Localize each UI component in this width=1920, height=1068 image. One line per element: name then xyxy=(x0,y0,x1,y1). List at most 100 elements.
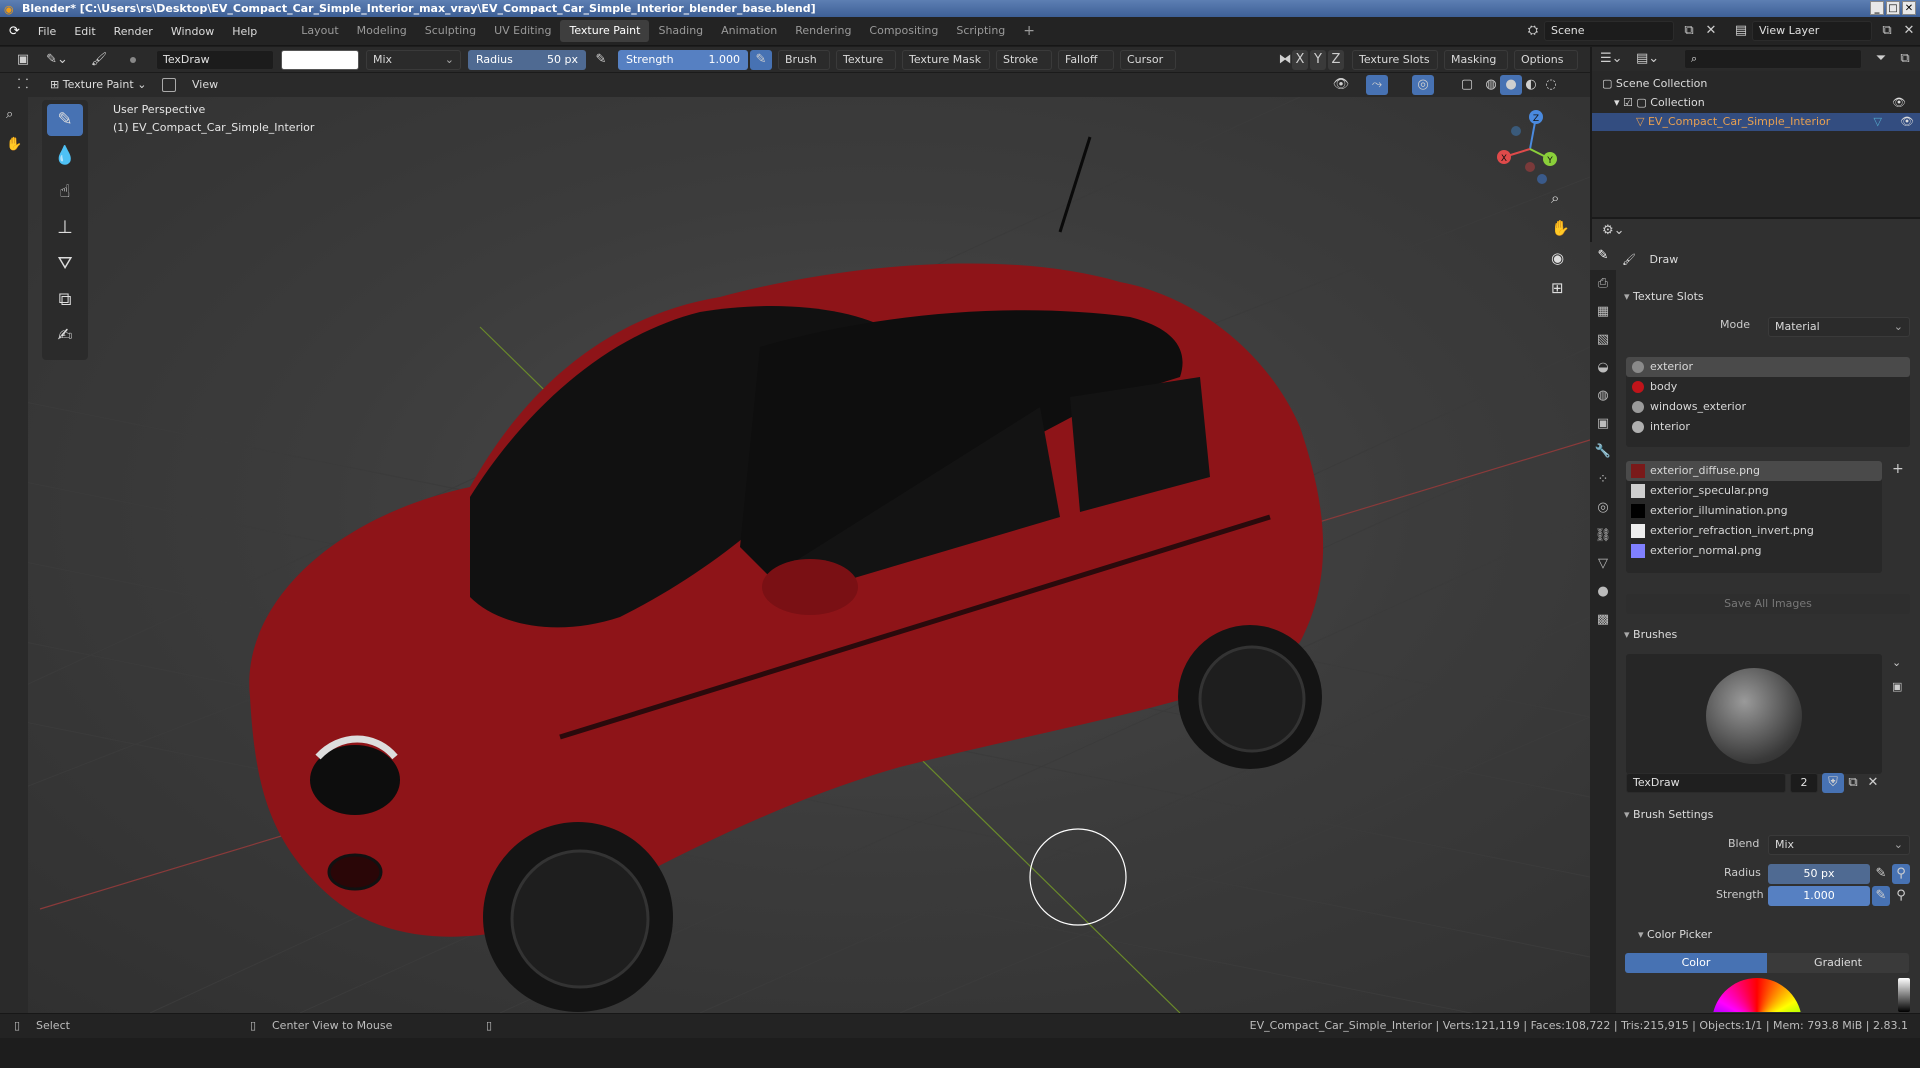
navigation-gizmo[interactable]: Z X Y xyxy=(1490,107,1570,187)
object-visibility-icon[interactable]: 👁 xyxy=(1900,113,1914,131)
tab-shading[interactable]: Shading xyxy=(649,20,712,42)
tab-animation[interactable]: Animation xyxy=(712,20,786,42)
mirror-x-toggle[interactable]: X xyxy=(1292,50,1308,70)
scene-icon[interactable]: ⛭ xyxy=(1522,21,1544,41)
fill-tool-icon[interactable]: ⛛ xyxy=(47,248,83,280)
texture-menu[interactable]: Texture xyxy=(836,50,896,70)
add-image-slot-button[interactable]: + xyxy=(1892,461,1904,477)
brush-menu[interactable]: Brush xyxy=(778,50,830,70)
texture-slots-section[interactable]: Texture Slots xyxy=(1624,286,1914,308)
visibility-icon[interactable]: 👁⌄ xyxy=(1330,75,1352,112)
tab-uv-editing[interactable]: UV Editing xyxy=(485,20,560,42)
collection-visibility-icon[interactable]: 👁 xyxy=(1892,94,1906,112)
ortho-toggle-icon[interactable]: ⊞ xyxy=(1551,279,1564,297)
mirror-z-toggle[interactable]: Z xyxy=(1328,50,1344,70)
clone-tool-icon[interactable]: ⊥ xyxy=(47,212,83,244)
radius-pressure-toggle-icon[interactable]: ✎ xyxy=(1872,864,1890,884)
save-all-images-button[interactable]: Save All Images xyxy=(1626,594,1910,614)
material-slot-body[interactable]: body xyxy=(1626,377,1910,397)
color-tab[interactable]: Color xyxy=(1625,953,1767,973)
material-slot-exterior[interactable]: exterior xyxy=(1626,357,1910,377)
brush-settings-section[interactable]: Brush Settings xyxy=(1624,804,1914,826)
outliner-editor-icon[interactable]: ☰⌄ xyxy=(1600,49,1623,69)
zoom-icon[interactable]: ⌕ xyxy=(1551,189,1559,207)
brush-expand-icon[interactable]: ⌄ xyxy=(1892,656,1901,669)
expand-icon[interactable]: ▾ ☑ ▢ xyxy=(1614,96,1650,109)
menu-file[interactable]: File xyxy=(29,17,65,46)
brush-name-field[interactable]: TexDraw xyxy=(1626,773,1786,793)
brush-preview[interactable] xyxy=(1626,654,1882,774)
menu-edit[interactable]: Edit xyxy=(65,17,104,46)
tab-rendering[interactable]: Rendering xyxy=(786,20,860,42)
rendered-shading-icon[interactable]: ◌ xyxy=(1540,75,1562,95)
radius-setting-slider[interactable]: 50 px xyxy=(1768,864,1870,884)
tab-constraints[interactable]: ⛓ xyxy=(1590,522,1616,550)
close-button[interactable]: ✕ xyxy=(1902,1,1916,15)
smear-tool-icon[interactable]: ☝ xyxy=(47,176,83,208)
properties-editor-icon[interactable]: ⚙⌄ xyxy=(1602,221,1625,241)
collection-row[interactable]: ▾ ☑ ▢ Collection 👁 xyxy=(1614,94,1914,112)
minimize-button[interactable]: _ xyxy=(1870,1,1884,15)
filter-icon[interactable]: ⏷ xyxy=(1870,49,1892,69)
menu-window[interactable]: Window xyxy=(162,17,223,46)
tab-data[interactable]: ▽ xyxy=(1590,550,1616,578)
tab-scripting[interactable]: Scripting xyxy=(947,20,1014,42)
brush-icon[interactable]: 🖌 xyxy=(88,50,110,70)
brush-name-field[interactable]: TexDraw xyxy=(156,50,274,70)
radius-slider[interactable]: Radius 50 px xyxy=(468,50,586,70)
texture-mask-menu[interactable]: Texture Mask xyxy=(902,50,990,70)
view-layer-field[interactable]: View Layer xyxy=(1752,21,1872,41)
tab-sculpting[interactable]: Sculpting xyxy=(416,20,485,42)
radius-pressure-icon[interactable]: ✎ xyxy=(590,50,612,70)
scene-collection-row[interactable]: ▢ Scene Collection xyxy=(1602,75,1707,93)
tab-material[interactable]: ● xyxy=(1590,578,1616,606)
tab-object[interactable]: ▣ xyxy=(1590,410,1616,438)
tab-layout[interactable]: Layout xyxy=(292,20,347,42)
texture-slots-menu[interactable]: Texture Slots xyxy=(1352,50,1438,70)
masking-menu[interactable]: Masking xyxy=(1444,50,1508,70)
cursor-menu[interactable]: Cursor xyxy=(1120,50,1176,70)
mode-selector-icon[interactable]: ✎⌄ xyxy=(46,50,68,70)
maximize-button[interactable]: □ xyxy=(1886,1,1900,15)
hand-icon[interactable]: ✋ xyxy=(6,137,22,152)
options-menu[interactable]: Options xyxy=(1514,50,1578,70)
blender-menu-icon[interactable]: ⟳ xyxy=(0,17,29,46)
duplicate-brush-icon[interactable]: ⧉ xyxy=(1842,773,1864,793)
falloff-menu[interactable]: Falloff xyxy=(1058,50,1114,70)
value-slider[interactable] xyxy=(1898,978,1910,1012)
tab-particles[interactable]: ⁘ xyxy=(1590,466,1616,494)
tab-modifiers[interactable]: 🔧 xyxy=(1590,438,1616,466)
tab-compositing[interactable]: Compositing xyxy=(860,20,947,42)
brush-image-icon[interactable]: ▣ xyxy=(1892,680,1902,693)
tab-texture[interactable]: ▩ xyxy=(1590,606,1616,634)
image-slot-illumination[interactable]: exterior_illumination.png xyxy=(1626,501,1882,521)
new-view-layer-icon[interactable]: ⧉ xyxy=(1876,21,1898,41)
blend-dropdown[interactable]: Mix xyxy=(366,50,461,70)
tab-physics[interactable]: ◎ xyxy=(1590,494,1616,522)
brushes-section[interactable]: Brushes xyxy=(1624,624,1914,646)
tab-texture-paint[interactable]: Texture Paint xyxy=(560,20,650,42)
xray-icon[interactable]: ▢ xyxy=(1456,75,1478,95)
solid-shading-icon[interactable]: ● xyxy=(1500,75,1522,95)
3d-viewport[interactable]: User Perspective (1) EV_Compact_Car_Simp… xyxy=(0,97,1590,1013)
texture-paint-mode-icon[interactable]: ⸬ xyxy=(12,75,34,95)
remove-scene-icon[interactable]: ✕ xyxy=(1700,21,1722,41)
tab-modeling[interactable]: Modeling xyxy=(348,20,416,42)
slot-mode-dropdown[interactable]: Material xyxy=(1768,317,1910,337)
wireframe-shading-icon[interactable]: ◍ xyxy=(1480,75,1502,95)
tab-scene[interactable]: ◒ xyxy=(1590,354,1616,382)
tab-tool[interactable]: ✎ xyxy=(1590,242,1616,270)
scene-field[interactable]: Scene xyxy=(1544,21,1674,41)
pan-hand-icon[interactable]: ✋ xyxy=(1551,219,1570,237)
tab-world[interactable]: ◍ xyxy=(1590,382,1616,410)
mode-dropdown[interactable]: ⊞ Texture Paint ⌄ xyxy=(50,75,146,95)
display-mode-icon[interactable]: ▤⌄ xyxy=(1636,49,1659,69)
mask-tool-icon[interactable]: ⧉ xyxy=(47,284,83,316)
image-slot-normal[interactable]: exterior_normal.png xyxy=(1626,541,1882,561)
fake-user-icon[interactable]: ⛨ xyxy=(1822,773,1844,793)
material-slot-windows-exterior[interactable]: windows_exterior xyxy=(1626,397,1910,417)
view-layer-icon[interactable]: ▤ xyxy=(1730,21,1752,41)
gizmo-toggle-icon[interactable]: ⤳ xyxy=(1366,75,1388,95)
radius-unit-icon[interactable]: ⚲ xyxy=(1892,864,1910,884)
new-collection-icon[interactable]: ⧉ xyxy=(1894,49,1916,69)
